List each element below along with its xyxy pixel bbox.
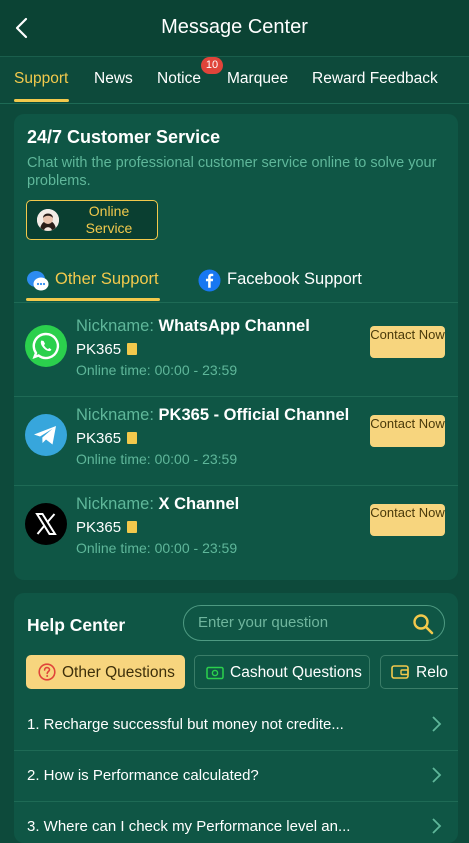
agent-avatar-icon [37,209,59,231]
channel-nickname: WhatsApp Channel [158,317,310,335]
faq-item[interactable]: 2. How is Performance calculated? [14,750,458,802]
active-tab-indicator [14,99,69,102]
chat-bubbles-icon [27,271,49,291]
chevron-right-icon [432,767,442,783]
search-input[interactable] [196,613,400,632]
wallet-icon [391,665,409,679]
channel-row-telegram: Nickname: PK365 - Official Channel PK365… [14,397,458,486]
chevron-right-icon [432,818,442,834]
support-subtabs: Other Support Facebook Support [14,262,458,303]
tab-cashout-questions-label: Cashout Questions [230,664,362,681]
tab-other-questions[interactable]: Other Questions [26,655,185,689]
tab-support[interactable]: Support [14,70,68,88]
contact-now-button[interactable]: Contact Now [370,415,445,447]
customer-service-title: 24/7 Customer Service [27,127,221,147]
tab-notice[interactable]: Notice [157,70,201,88]
search-box [183,605,445,641]
tab-news[interactable]: News [94,70,133,88]
nickname-label: Nickname: [76,317,154,335]
online-time-label: Online time: [76,451,151,467]
channel-account: PK365 [76,430,122,447]
online-service-button[interactable]: Online Service [26,200,158,240]
facebook-icon [198,269,221,292]
online-time-label: Online time: [76,540,151,556]
cash-icon [206,666,224,680]
tab-marquee[interactable]: Marquee [227,70,288,88]
tab-other-support[interactable]: Other Support [55,270,159,289]
subtab-indicator [26,298,160,301]
chevron-right-icon [432,716,442,732]
faq-question: 3. Where can I check my Performance leve… [27,818,351,835]
tab-facebook-support[interactable]: Facebook Support [227,270,362,289]
copy-icon[interactable] [124,521,138,535]
faq-question: 1. Recharge successful but money not cre… [27,716,344,733]
channel-nickname: X Channel [158,495,240,513]
online-time-value: 00:00 - 23:59 [154,540,238,556]
contact-now-button[interactable]: Contact Now [370,326,445,358]
top-tabs: Support News Notice Marquee Reward Feedb… [0,56,469,104]
telegram-icon [25,414,67,456]
page-title: Message Center [161,16,308,38]
faq-question: 2. How is Performance calculated? [27,767,259,784]
online-time-value: 00:00 - 23:59 [154,362,238,378]
online-service-label: Online Service [85,203,133,236]
online-time-value: 00:00 - 23:59 [154,451,238,467]
channel-account: PK365 [76,519,122,536]
help-center-title: Help Center [27,615,126,635]
tab-reward-feedback[interactable]: Reward Feedback [312,70,438,88]
faq-item[interactable]: 3. Where can I check my Performance leve… [14,801,458,843]
search-icon[interactable] [412,613,434,635]
header-bar: Message Center [0,0,469,56]
online-time-label: Online time: [76,362,151,378]
tab-cashout-questions[interactable]: Cashout Questions [194,655,370,689]
question-circle-icon [38,663,56,681]
customer-service-card: 24/7 Customer Service Chat with the prof… [14,114,458,580]
nickname-label: Nickname: [76,406,154,424]
channel-account: PK365 [76,341,122,358]
channel-nickname: PK365 - Official Channel [158,406,350,424]
help-center-card: Help Center Other Questions Cashout Ques… [14,593,458,843]
notice-badge: 10 [201,57,223,74]
tab-reload-questions[interactable]: Relo [380,655,458,689]
channel-row-x: Nickname: X Channel PK365 Online time: 0… [14,486,458,574]
copy-icon[interactable] [124,343,138,357]
copy-icon[interactable] [124,432,138,446]
tab-reload-questions-label: Relo [416,664,448,681]
tab-other-questions-label: Other Questions [62,664,175,681]
customer-service-description: Chat with the professional customer serv… [27,155,437,189]
whatsapp-icon [25,325,67,367]
faq-item[interactable]: 1. Recharge successful but money not cre… [14,699,458,751]
contact-now-button[interactable]: Contact Now [370,504,445,536]
channel-row-whatsapp: Nickname: WhatsApp Channel PK365 Online … [14,308,458,397]
x-icon [25,503,67,545]
nickname-label: Nickname: [76,495,154,513]
